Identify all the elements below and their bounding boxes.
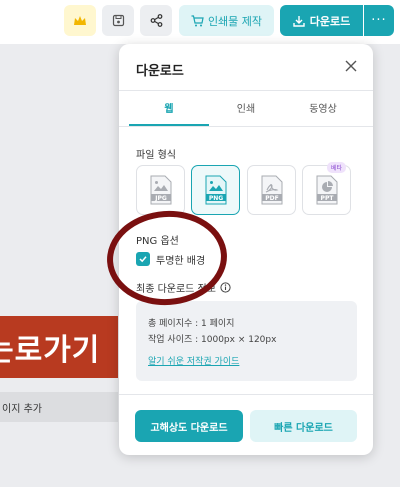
tabs-divider	[119, 126, 373, 127]
download-icon	[293, 15, 305, 27]
format-jpg-label: JPG	[154, 195, 167, 202]
beta-badge: 베타	[326, 162, 346, 173]
footer-divider	[119, 394, 373, 395]
header-divider	[119, 90, 373, 91]
save-icon	[112, 14, 124, 27]
print-order-button[interactable]: 인쇄물 제작	[179, 5, 274, 36]
canvas-banner[interactable]: 는로가기	[0, 316, 118, 378]
print-order-label: 인쇄물 제작	[207, 14, 263, 28]
banner-text: 는로가기	[0, 333, 101, 368]
panel-title: 다운로드	[136, 64, 184, 79]
tab-print[interactable]: 인쇄	[204, 100, 288, 115]
pdf-file-icon: PDF	[261, 175, 282, 205]
premium-crown-button[interactable]	[64, 5, 96, 36]
download-label: 다운로드	[309, 14, 351, 28]
close-icon[interactable]	[343, 58, 359, 74]
annotation-circle	[107, 210, 227, 306]
share-icon	[150, 14, 162, 27]
top-toolbar: 인쇄물 제작 다운로드 ···	[0, 0, 400, 44]
ppt-file-icon: PPT	[316, 175, 337, 205]
file-format-label: 파일 형식	[136, 150, 176, 161]
cart-icon	[191, 14, 204, 26]
fast-download-button[interactable]: 빠른 다운로드	[250, 410, 357, 442]
image-file-icon: PNG	[205, 175, 226, 205]
add-page-bar[interactable]: 이지 추가	[0, 392, 118, 422]
format-png-label: PNG	[208, 195, 222, 202]
tab-video[interactable]: 동영상	[281, 100, 365, 115]
save-button[interactable]	[102, 5, 134, 36]
format-pdf[interactable]: PDF	[247, 165, 296, 215]
more-options-button[interactable]: ···	[364, 5, 394, 36]
tab-web[interactable]: 웹	[127, 100, 211, 115]
format-pdf-label: PDF	[265, 195, 278, 202]
crown-icon	[74, 15, 86, 25]
add-page-label: 이지 추가	[2, 403, 42, 415]
format-ppt-label: PPT	[320, 195, 334, 202]
page-count-text: 총 페이지수 : 1 페이지	[148, 319, 235, 329]
work-size-text: 작업 사이즈 : 1000px × 120px	[148, 335, 277, 345]
download-button[interactable]: 다운로드	[280, 5, 363, 36]
share-button[interactable]	[140, 5, 172, 36]
hires-download-button[interactable]: 고해상도 다운로드	[135, 410, 243, 442]
download-info-box: 총 페이지수 : 1 페이지 작업 사이즈 : 1000px × 120px 알…	[136, 301, 357, 381]
format-ppt[interactable]: 베타 PPT	[302, 162, 351, 215]
copyright-guide-link[interactable]: 알기 쉬운 저작권 가이드	[148, 354, 239, 367]
image-file-icon: JPG	[150, 175, 171, 205]
